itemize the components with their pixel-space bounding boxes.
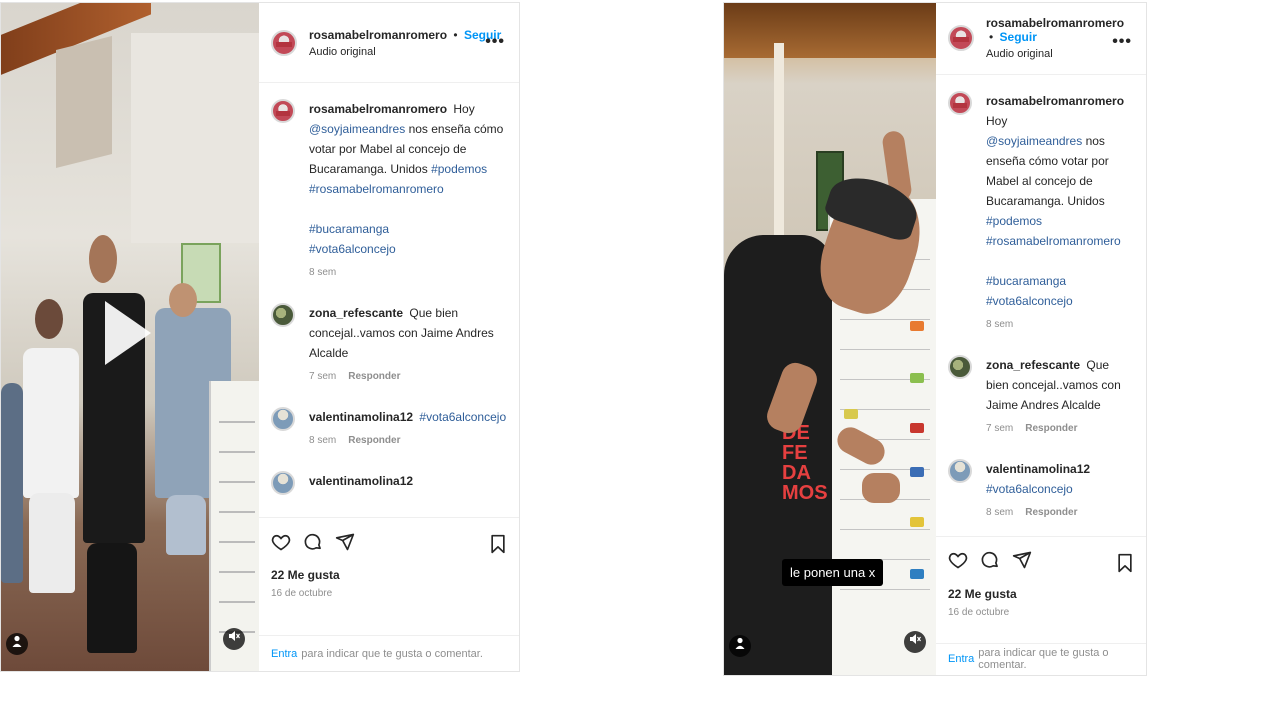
- instagram-post-1: rosamabelromanromero • Seguir Audio orig…: [0, 2, 520, 672]
- video-player[interactable]: DE FE DA MOS le ponen una x: [724, 3, 936, 675]
- comment-icon[interactable]: [303, 532, 323, 555]
- bookmark-icon[interactable]: [489, 534, 507, 557]
- reply-button[interactable]: Responder: [1025, 507, 1077, 518]
- post-actions: 22 Me gusta 16 de octubre: [259, 517, 519, 635]
- post-date: 16 de octubre: [948, 606, 1010, 618]
- likes-count[interactable]: 22 Me gusta: [948, 587, 1134, 601]
- hashtag-link[interactable]: #rosamabelromanromero: [309, 182, 444, 196]
- add-comment-bar[interactable]: Entra para indicar que te gusta o coment…: [259, 635, 519, 671]
- avatar[interactable]: [271, 303, 295, 327]
- video-subtitle: le ponen una x: [782, 559, 884, 586]
- hashtag-link[interactable]: #bucaramanga: [986, 274, 1066, 288]
- avatar[interactable]: [948, 354, 972, 379]
- add-comment-bar[interactable]: Entra para indicar que te gusta o coment…: [936, 642, 1146, 675]
- comment-icon[interactable]: [980, 550, 1000, 573]
- heart-icon[interactable]: [271, 532, 291, 555]
- hashtag-link[interactable]: #podemos: [431, 162, 487, 176]
- comment-username[interactable]: valentinamolina12: [309, 410, 413, 424]
- comment: zona_refescante Que bien concejal..vamos…: [271, 303, 507, 387]
- post-actions: 22 Me gusta 16 de octubre: [936, 535, 1146, 643]
- comment: zona_refescante Que bien concejal..vamos…: [948, 354, 1134, 439]
- reply-button[interactable]: Responder: [348, 435, 400, 446]
- speaker-muted-icon[interactable]: [904, 631, 926, 653]
- comment: valentinamolina12 #vota6alconcejo 8 sem R…: [271, 407, 507, 451]
- post-header: rosamabelromanromero • Seguir Audio orig…: [259, 3, 519, 83]
- avatar[interactable]: [948, 458, 972, 483]
- caption-username[interactable]: rosamabelromanromero: [986, 94, 1124, 108]
- reply-button[interactable]: Responder: [348, 371, 400, 382]
- avatar[interactable]: [271, 407, 295, 431]
- avatar[interactable]: [948, 90, 972, 115]
- timestamp: 8 sem: [986, 318, 1014, 330]
- timestamp: 8 sem: [309, 435, 337, 446]
- likes-count[interactable]: 22 Me gusta: [271, 568, 507, 582]
- hashtag-link[interactable]: #bucaramanga: [309, 222, 389, 236]
- caption-text: Hoy: [453, 102, 475, 116]
- hashtag-link[interactable]: #rosamabelromanromero: [986, 234, 1121, 248]
- avatar[interactable]: [271, 471, 295, 495]
- post-caption: rosamabelromanromero Hoy @soyjaimeandres…: [271, 99, 507, 283]
- video-player[interactable]: [1, 3, 259, 671]
- caption-text: Hoy: [986, 113, 1008, 128]
- comment-username[interactable]: valentinamolina12: [986, 462, 1090, 476]
- comment-username[interactable]: zona_refescante: [986, 358, 1080, 372]
- caption-username[interactable]: rosamabelromanromero: [309, 102, 447, 116]
- username[interactable]: rosamabelromanromero: [986, 16, 1124, 30]
- hashtag-link[interactable]: #vota6alconcejo: [419, 410, 506, 424]
- login-link[interactable]: Entra: [948, 653, 974, 665]
- follow-button[interactable]: Seguir: [1000, 30, 1037, 44]
- hashtag-link[interactable]: #vota6alconcejo: [986, 294, 1073, 308]
- heart-icon[interactable]: [948, 550, 968, 573]
- instagram-post-2: DE FE DA MOS le ponen una x rosamabelrom…: [723, 2, 1147, 676]
- more-options-icon[interactable]: •••: [1112, 33, 1132, 51]
- reply-button[interactable]: Responder: [1025, 423, 1077, 434]
- send-icon[interactable]: [1012, 550, 1032, 573]
- timestamp: 8 sem: [986, 506, 1014, 518]
- comment-username[interactable]: zona_refescante: [309, 306, 403, 320]
- comments-list[interactable]: rosamabelromanromero Hoy @soyjaimeandres…: [936, 75, 1146, 536]
- more-options-icon[interactable]: •••: [485, 33, 505, 51]
- post-sidebar: rosamabelromanromero • Seguir Audio orig…: [936, 3, 1146, 675]
- avatar[interactable]: [948, 25, 974, 52]
- timestamp: 7 sem: [986, 422, 1014, 434]
- comments-list[interactable]: rosamabelromanromero Hoy @soyjaimeandres…: [259, 83, 519, 517]
- username[interactable]: rosamabelromanromero: [309, 28, 447, 42]
- comment: valentinamolina12: [271, 471, 507, 495]
- avatar[interactable]: [271, 29, 297, 56]
- mention-link[interactable]: @soyjaimeandres: [986, 134, 1082, 148]
- send-icon[interactable]: [335, 532, 355, 555]
- shirt-print: DE FE DA MOS: [782, 422, 828, 504]
- add-comment-text: para indicar que te gusta o comentar.: [978, 647, 1109, 672]
- mention-link[interactable]: @soyjaimeandres: [309, 122, 405, 136]
- post-date: 16 de octubre: [271, 588, 333, 599]
- play-icon[interactable]: [105, 301, 151, 365]
- login-link[interactable]: Entra: [271, 648, 297, 660]
- post-caption: rosamabelromanromero Hoy @soyjaimeandres…: [948, 90, 1134, 335]
- user-icon[interactable]: [6, 633, 28, 655]
- audio-label[interactable]: Audio original: [309, 46, 501, 58]
- bookmark-icon[interactable]: [1116, 553, 1134, 576]
- speaker-muted-icon[interactable]: [223, 628, 245, 650]
- comment-username[interactable]: valentinamolina12: [309, 474, 413, 488]
- separator: •: [989, 30, 994, 45]
- timestamp: 8 sem: [309, 267, 337, 278]
- comment: valentinamolina12 #vota6alconcejo 8 sem R…: [948, 458, 1134, 523]
- avatar[interactable]: [271, 99, 295, 123]
- timestamp: 7 sem: [309, 371, 337, 382]
- hashtag-link[interactable]: #vota6alconcejo: [986, 482, 1073, 496]
- hashtag-link[interactable]: #podemos: [986, 214, 1042, 228]
- hashtag-link[interactable]: #vota6alconcejo: [309, 242, 396, 256]
- separator: •: [453, 27, 458, 42]
- post-header: rosamabelromanromero • Seguir Audio orig…: [936, 3, 1146, 75]
- add-comment-text: para indicar que te gusta o comentar.: [301, 647, 483, 660]
- user-icon[interactable]: [729, 635, 751, 657]
- post-sidebar: rosamabelromanromero • Seguir Audio orig…: [259, 3, 519, 671]
